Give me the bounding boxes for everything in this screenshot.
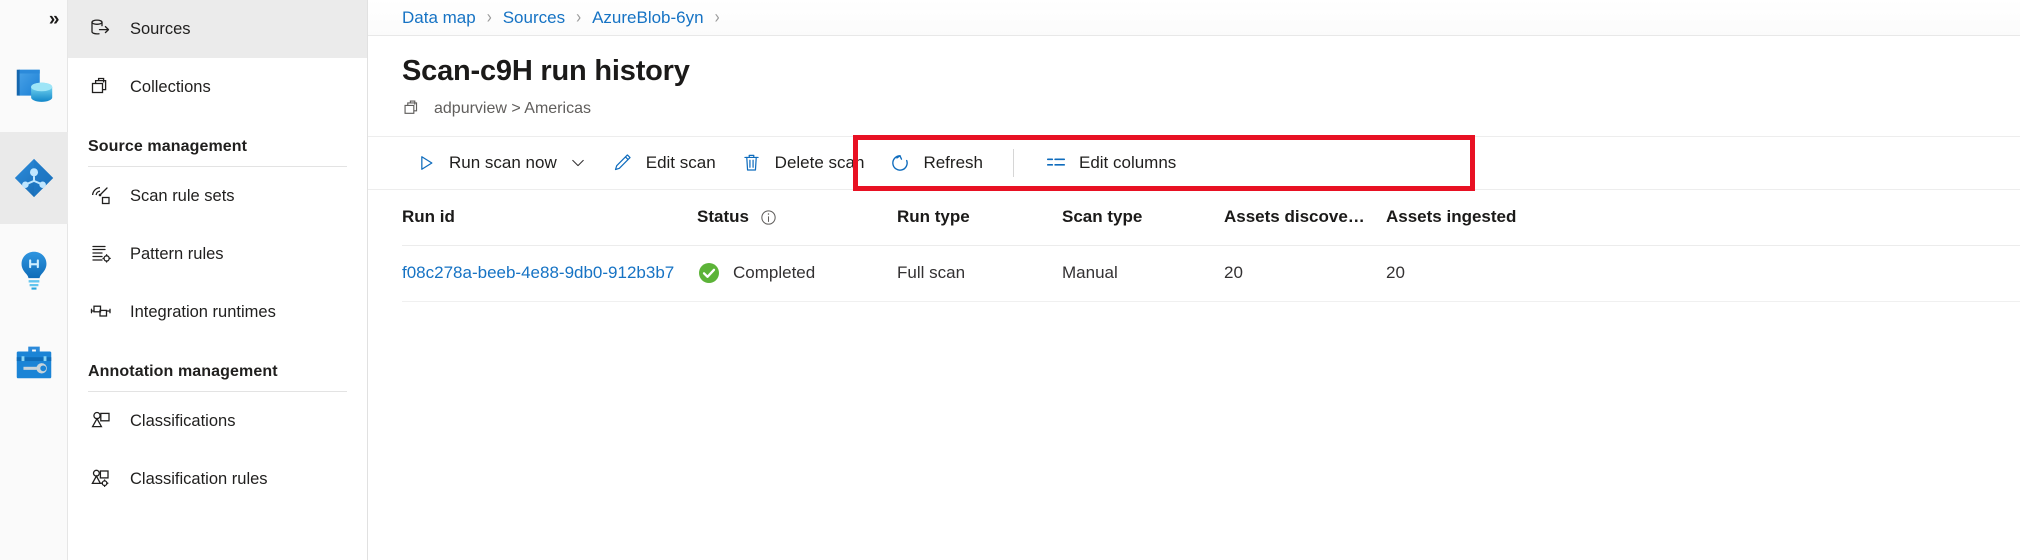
sidebar-item-collections[interactable]: Collections: [68, 58, 367, 116]
refresh-label: Refresh: [923, 153, 983, 173]
breadcrumb-item-data-map[interactable]: Data map: [402, 8, 476, 28]
pencil-icon: [611, 151, 635, 175]
chevron-right-icon: ›: [715, 7, 720, 28]
data-catalog-icon: [11, 63, 57, 109]
sidebar-item-label: Classification rules: [130, 471, 268, 488]
refresh-icon: [888, 151, 912, 175]
column-header-scan-type[interactable]: Scan type: [1062, 207, 1224, 227]
cell-scan-type: Manual: [1062, 263, 1224, 283]
run-scan-now-button[interactable]: Run scan now: [402, 143, 599, 183]
sidebar-item-scan-rule-sets[interactable]: Scan rule sets: [68, 167, 367, 225]
rail-item-data-map[interactable]: [0, 132, 68, 224]
subtitle-text: adpurview > Americas: [434, 100, 591, 118]
play-icon: [414, 151, 438, 175]
delete-scan-button[interactable]: Delete scan: [728, 143, 877, 183]
cell-run-type: Full scan: [897, 263, 1062, 283]
rail-item-management[interactable]: [0, 316, 68, 408]
sidebar-item-label: Pattern rules: [130, 246, 224, 263]
pattern-rules-icon: [88, 241, 114, 267]
sidebar-item-label: Collections: [130, 79, 211, 96]
check-circle-icon: [697, 261, 721, 285]
run-id-link[interactable]: f08c278a-beeb-4e88-9db0-912b3b7: [402, 263, 674, 282]
sidebar-item-classification-rules[interactable]: Classification rules: [68, 450, 367, 508]
column-header-status[interactable]: Status: [697, 207, 897, 227]
trash-icon: [740, 151, 764, 175]
collection-icon: [402, 98, 424, 120]
delete-scan-label: Delete scan: [775, 153, 865, 173]
breadcrumb: Data map › Sources › AzureBlob-6yn ›: [368, 0, 2020, 36]
run-history-table: Run id Status Run type Sc: [368, 190, 2020, 302]
icon-rail: »: [0, 0, 68, 560]
sidebar-section-header: Source management: [68, 116, 367, 162]
table-row[interactable]: f08c278a-beeb-4e88-9db0-912b3b7 Complete…: [402, 246, 2020, 302]
sidebar-item-label: Classifications: [130, 413, 235, 430]
classifications-icon: [88, 408, 114, 434]
command-bar: Run scan now Edit scan: [368, 136, 2020, 190]
page-subtitle: adpurview > Americas: [368, 88, 2020, 120]
edit-columns-label: Edit columns: [1079, 153, 1176, 173]
edit-scan-label: Edit scan: [646, 153, 716, 173]
main-content: Data map › Sources › AzureBlob-6yn › Sca…: [368, 0, 2020, 560]
chevron-right-icon: ›: [487, 7, 492, 28]
sidebar-nav: Sources Collections Source management: [68, 0, 368, 560]
toolbar-divider: [1013, 149, 1014, 177]
edit-scan-button[interactable]: Edit scan: [599, 143, 728, 183]
breadcrumb-item-sources[interactable]: Sources: [503, 8, 565, 28]
toolbar-wrapper: Run scan now Edit scan: [368, 136, 2020, 190]
refresh-button[interactable]: Refresh: [876, 143, 995, 183]
cell-run-id: f08c278a-beeb-4e88-9db0-912b3b7: [402, 263, 697, 283]
sidebar-item-label: Integration runtimes: [130, 304, 276, 321]
rail-item-data-catalog[interactable]: [0, 40, 68, 132]
column-header-assets-discovered[interactable]: Assets discove…: [1224, 207, 1386, 227]
cell-assets-discovered: 20: [1224, 263, 1386, 283]
sidebar-item-classifications[interactable]: Classifications: [68, 392, 367, 450]
integration-runtimes-icon: [88, 299, 114, 325]
sidebar-item-sources[interactable]: Sources: [68, 0, 367, 58]
status-text: Completed: [733, 263, 815, 283]
sidebar-item-pattern-rules[interactable]: Pattern rules: [68, 225, 367, 283]
toolbox-icon: [11, 339, 57, 385]
sources-icon: [88, 16, 114, 42]
cell-assets-ingested: 20: [1386, 263, 1586, 283]
info-icon[interactable]: [759, 208, 778, 227]
cell-status: Completed: [697, 261, 897, 285]
app-root: »: [0, 0, 2020, 560]
sidebar-item-label: Scan rule sets: [130, 188, 235, 205]
column-header-status-label: Status: [697, 207, 749, 227]
edit-columns-icon: [1044, 151, 1068, 175]
chevron-down-icon[interactable]: [569, 154, 587, 172]
run-scan-now-label: Run scan now: [449, 153, 557, 173]
column-header-run-type[interactable]: Run type: [897, 207, 1062, 227]
classification-rules-icon: [88, 466, 114, 492]
sidebar-section-header: Annotation management: [68, 341, 367, 387]
scan-rule-sets-icon: [88, 183, 114, 209]
sidebar-item-integration-runtimes[interactable]: Integration runtimes: [68, 283, 367, 341]
sidebar-item-label: Sources: [130, 21, 191, 38]
data-map-icon: [11, 155, 57, 201]
chevron-double-right-icon: »: [49, 9, 58, 31]
rail-item-data-insights[interactable]: [0, 224, 68, 316]
lightbulb-icon: [11, 247, 57, 293]
column-header-assets-ingested[interactable]: Assets ingested: [1386, 207, 1586, 227]
edit-columns-button[interactable]: Edit columns: [1032, 143, 1188, 183]
expand-navigation-button[interactable]: »: [0, 0, 68, 40]
collections-icon: [88, 74, 114, 100]
chevron-right-icon: ›: [576, 7, 581, 28]
breadcrumb-item-azureblob[interactable]: AzureBlob-6yn: [592, 8, 704, 28]
table-header-row: Run id Status Run type Sc: [402, 190, 2020, 246]
page-title: Scan-c9H run history: [368, 36, 2020, 88]
column-header-run-id[interactable]: Run id: [402, 207, 697, 227]
